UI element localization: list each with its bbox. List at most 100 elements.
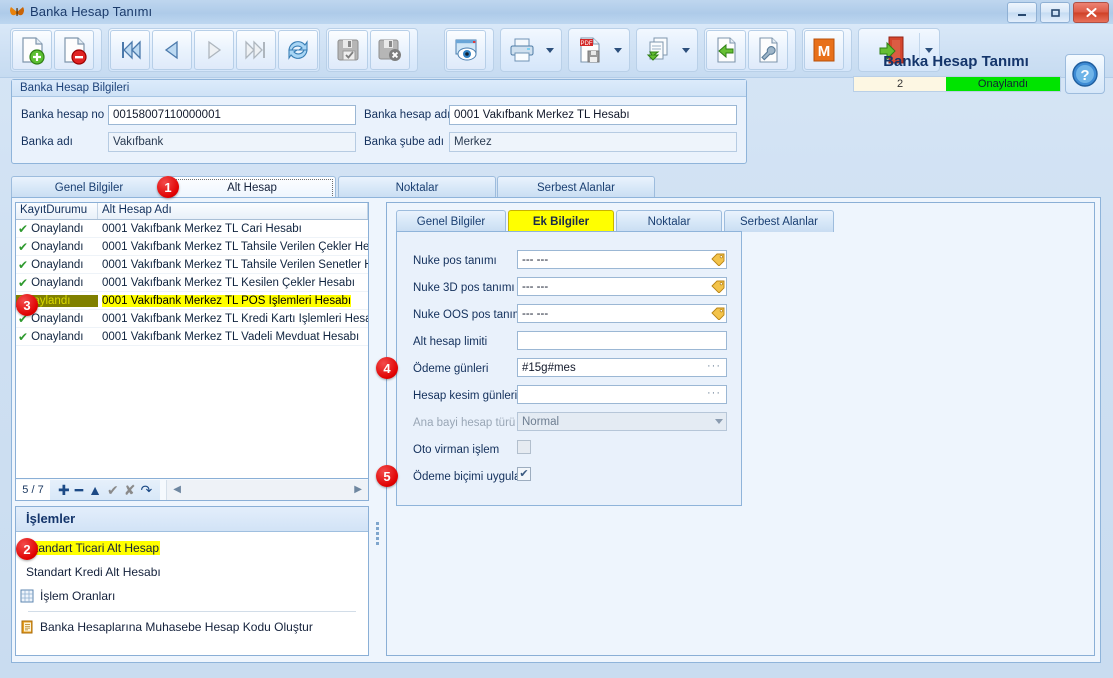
field-input[interactable] <box>517 331 727 350</box>
checkbox-odeme-bicimi[interactable]: ✔ <box>517 467 531 481</box>
ellipsis-icon[interactable]: ··· <box>707 387 739 399</box>
islem-islem-oranlari[interactable]: İşlem Oranları <box>16 584 368 608</box>
inner-tab-serbest-alanlar[interactable]: Serbest Alanlar <box>724 210 834 232</box>
grid-nav-buttons: ✚ ━ ▲ ✔ ✘ ↷ <box>50 479 161 500</box>
table-row[interactable]: ✔ Onaylandı 0001 Vakıfbank Merkez TL Tahs… <box>16 256 368 274</box>
first-record-button[interactable] <box>110 30 150 70</box>
tab-label: Genel Bilgiler <box>54 181 124 194</box>
field-input[interactable]: #15g#mes <box>517 358 727 377</box>
butterfly-icon <box>10 7 24 16</box>
callout-1: 1 <box>157 176 179 198</box>
islem-label: İşlem Oranları <box>40 589 116 603</box>
cell-name: 0001 Vakıfbank Merkez TL Cari Hesabı <box>102 222 302 235</box>
grid-row-pos[interactable]: ✔Onaylandı 0001 Vakıfbank Merkez TL POS … <box>16 292 368 310</box>
move-up-icon[interactable]: ▲ <box>88 483 102 497</box>
grid-col-alt-hesap-adi[interactable]: Alt Hesap Adı <box>98 203 368 219</box>
panel-splitter[interactable] <box>373 408 381 658</box>
save-cancel-button[interactable] <box>370 30 410 70</box>
scroll-left-arrow[interactable]: ◀ <box>173 484 181 495</box>
ellipsis-icon[interactable]: ··· <box>707 360 739 372</box>
islem-standart-ticari[interactable]: Standart Ticari Alt Hesap <box>16 536 368 560</box>
label-banka-adi: Banka adı <box>21 136 73 148</box>
alt-hesap-grid[interactable]: KayıtDurumu Alt Hesap Adı ✔ Onaylandı 000… <box>15 202 369 479</box>
copy-export-button[interactable] <box>638 30 678 70</box>
tab-serbest-alanlar[interactable]: Serbest Alanlar <box>497 176 655 198</box>
add-row-icon[interactable]: ✚ <box>58 483 70 497</box>
tab-label: Genel Bilgiler <box>416 215 486 228</box>
cell-status: ✔Onaylandı <box>16 331 98 343</box>
page-title: Banka Hesap Tanımı <box>883 53 1029 70</box>
tag-icon[interactable] <box>710 252 725 266</box>
remove-row-icon[interactable]: ━ <box>75 483 83 497</box>
approved-check-icon: ✔ <box>18 275 29 290</box>
tab-genel-bilgiler[interactable]: Genel Bilgiler <box>11 176 167 198</box>
accept-icon[interactable]: ✔ <box>107 483 119 497</box>
close-button[interactable] <box>1073 2 1109 23</box>
cancel-icon[interactable]: ✘ <box>124 483 136 497</box>
field-label: Nuke pos tanımı <box>413 255 497 267</box>
inner-tab-genel-bilgiler[interactable]: Genel Bilgiler <box>396 210 506 232</box>
macro-m-button[interactable]: M <box>804 30 844 70</box>
next-record-button[interactable] <box>194 30 234 70</box>
approved-check-icon: ✔ <box>18 329 29 344</box>
status-text: Onaylandı <box>31 222 84 235</box>
tag-icon[interactable] <box>710 279 725 293</box>
minimize-button[interactable] <box>1007 2 1037 23</box>
field-input[interactable]: --- --- <box>517 304 727 323</box>
tab-alt-hesap[interactable]: Alt Hesap <box>168 176 336 198</box>
scroll-right-arrow[interactable]: ▶ <box>354 484 362 495</box>
refresh-row-icon[interactable]: ↷ <box>141 483 153 497</box>
field-input[interactable] <box>517 385 727 404</box>
print-dropdown-arrow[interactable] <box>543 30 557 70</box>
islem-label: Banka Hesaplarına Muhasebe Hesap Kodu Ol… <box>40 620 313 634</box>
cell-status: ✔Onaylandı <box>16 259 98 271</box>
maximize-button[interactable] <box>1040 2 1070 23</box>
settings-wrench-button[interactable] <box>748 30 788 70</box>
tag-icon[interactable] <box>710 306 725 320</box>
back-button[interactable] <box>706 30 746 70</box>
book-icon <box>21 620 33 634</box>
svg-text:PDF: PDF <box>581 41 593 47</box>
callout-3: 3 <box>16 294 38 316</box>
checkbox-oto-virman[interactable] <box>517 440 531 454</box>
toolbar-group-tools <box>704 28 796 72</box>
tab-label: Serbest Alanlar <box>740 215 818 228</box>
field-input[interactable]: --- --- <box>517 250 727 269</box>
new-record-button[interactable] <box>12 30 52 70</box>
grid-footer: 5 / 7 ✚ ━ ▲ ✔ ✘ ↷ ◀ ▶ <box>15 479 369 501</box>
help-button[interactable]: ? <box>1065 54 1105 94</box>
print-button[interactable] <box>502 30 542 70</box>
copy-dropdown-arrow[interactable] <box>679 30 693 70</box>
refresh-button[interactable] <box>278 30 318 70</box>
table-row[interactable]: ✔ Onaylandı 0001 Vakıfbank Merkez TL Kred… <box>16 310 368 328</box>
field-input[interactable]: --- --- <box>517 277 727 296</box>
input-banka-hesap-no[interactable]: 00158007110000001 <box>108 105 356 125</box>
islem-standart-kredi[interactable]: Standart Kredi Alt Hesabı <box>16 560 368 584</box>
macro-m-label: M <box>818 43 831 60</box>
delete-record-button[interactable] <box>54 30 94 70</box>
field-label: Nuke 3D pos tanımı <box>413 282 515 294</box>
pdf-export-button[interactable]: PDF <box>570 30 610 70</box>
grid-horizontal-scrollbar[interactable]: ◀ ▶ <box>166 479 368 500</box>
toolbar-group-record <box>10 28 102 72</box>
pdf-dropdown-arrow[interactable] <box>611 30 625 70</box>
previous-record-button[interactable] <box>152 30 192 70</box>
last-record-button[interactable] <box>236 30 276 70</box>
save-approve-button[interactable] <box>328 30 368 70</box>
table-row[interactable]: ✔ Onaylandı 0001 Vakıfbank Merkez TL Tahs… <box>16 238 368 256</box>
grid-col-kayit-durumu[interactable]: KayıtDurumu <box>16 203 98 219</box>
status-badge: 2 Onaylandı <box>853 76 1061 92</box>
inner-tab-ek-bilgiler[interactable]: Ek Bilgiler <box>508 210 614 232</box>
table-row[interactable]: ✔ Onaylandı 0001 Vakıfbank Merkez TL Cari… <box>16 220 368 238</box>
table-row[interactable]: ✔ Onaylandı 0001 Vakıfbank Merkez TL Vade… <box>16 328 368 346</box>
account-info-group: Banka Hesap Bilgileri Banka hesap no 001… <box>11 79 747 164</box>
approved-check-icon: ✔ <box>18 257 29 272</box>
tab-noktalar[interactable]: Noktalar <box>338 176 496 198</box>
grid-header-row: KayıtDurumu Alt Hesap Adı <box>16 203 368 220</box>
preview-button[interactable] <box>446 30 486 70</box>
input-banka-hesap-adi[interactable]: 0001 Vakıfbank Merkez TL Hesabı <box>449 105 737 125</box>
table-row[interactable]: ✔ Onaylandı 0001 Vakıfbank Merkez TL Kesi… <box>16 274 368 292</box>
islem-muhasebe-hesap-kodu[interactable]: Banka Hesaplarına Muhasebe Hesap Kodu Ol… <box>16 615 368 639</box>
input-banka-adi: Vakıfbank <box>108 132 356 152</box>
inner-tab-noktalar[interactable]: Noktalar <box>616 210 722 232</box>
